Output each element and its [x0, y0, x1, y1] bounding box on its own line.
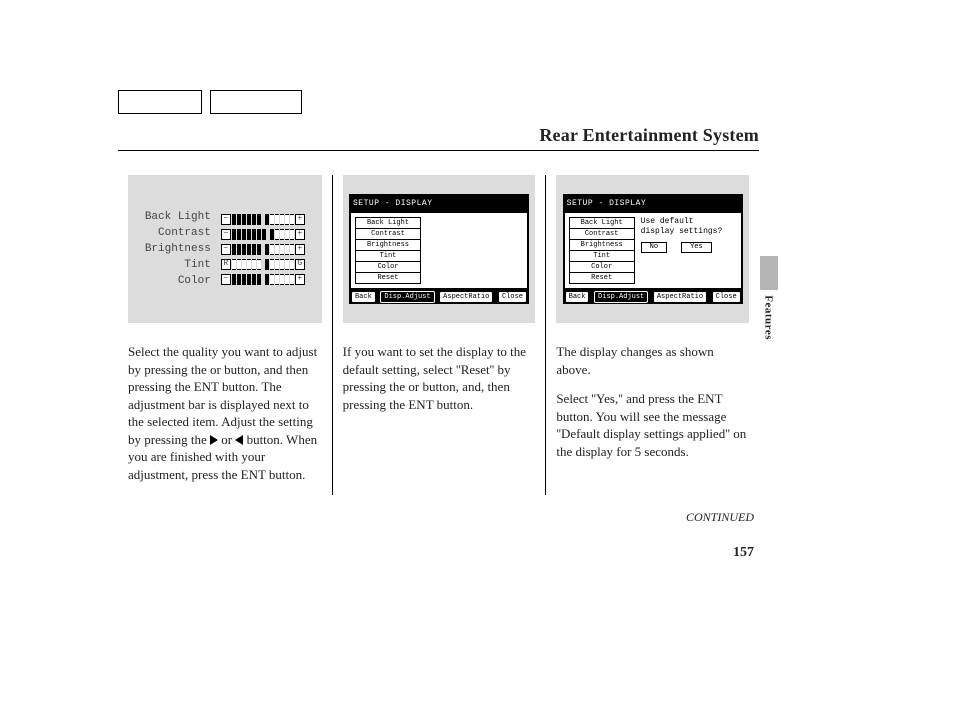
minus-icon: − — [221, 214, 231, 225]
minus-icon: − — [221, 244, 231, 255]
column-1-text: Select the quality you want to adjust by… — [128, 343, 322, 483]
slider-brightness: − + — [221, 244, 305, 255]
no-button: No — [641, 242, 667, 253]
plus-icon: + — [295, 214, 305, 225]
triangle-right-icon — [210, 435, 218, 445]
minus-icon: − — [221, 229, 231, 240]
back-button: Back — [566, 292, 589, 302]
setup-footer: Back Disp.Adjust AspectRatio Close — [563, 290, 743, 304]
menu-item: Reset — [355, 272, 421, 284]
header-rule — [118, 150, 759, 151]
column-1: Back Light Contrast Brightness Tint Colo… — [118, 175, 332, 495]
setup-display-confirm-figure: SETUP - DISPLAY Back Light Contrast Brig… — [556, 175, 749, 323]
setup-footer: Back Disp.Adjust AspectRatio Close — [349, 290, 529, 304]
column-3: SETUP - DISPLAY Back Light Contrast Brig… — [545, 175, 759, 495]
setup-display-panel: SETUP - DISPLAY Back Light Contrast Brig… — [563, 194, 743, 304]
section-tab-marker — [760, 256, 778, 290]
slider-label: Back Light — [145, 211, 211, 223]
back-button: Back — [352, 292, 375, 302]
header-placeholder-boxes — [118, 90, 302, 114]
plus-icon: + — [295, 244, 305, 255]
slider-labels: Back Light Contrast Brightness Tint Colo… — [145, 211, 211, 287]
setup-display-figure: SETUP - DISPLAY Back Light Contrast Brig… — [343, 175, 536, 323]
manual-page: { "header": { "title": "Rear Entertainme… — [0, 0, 954, 710]
placeholder-box — [210, 90, 302, 114]
column-2-text: If you want to set the display to the de… — [343, 343, 536, 413]
setup-display-panel: SETUP - DISPLAY Back Light Contrast Brig… — [349, 194, 529, 304]
slider-label: Brightness — [145, 243, 211, 255]
r-icon: R — [221, 259, 231, 270]
close-button: Close — [499, 292, 526, 302]
menu-item: Reset — [569, 272, 635, 284]
adjustment-sliders-figure: Back Light Contrast Brightness Tint Colo… — [128, 175, 322, 323]
content-columns: Back Light Contrast Brightness Tint Colo… — [118, 175, 759, 495]
page-title: Rear Entertainment System — [539, 125, 759, 146]
setup-title: SETUP - DISPLAY — [563, 197, 743, 211]
slider-label: Contrast — [158, 227, 211, 239]
yes-button: Yes — [681, 242, 712, 253]
column-3-text: The display changes as shown above. Sele… — [556, 343, 749, 460]
aspect-ratio-button: AspectRatio — [440, 292, 492, 302]
slider-contrast: − + — [221, 229, 305, 240]
slider-backlight: − + — [221, 214, 305, 225]
setup-menu: Back Light Contrast Brightness Tint Colo… — [355, 217, 421, 284]
confirm-prompt: Use default display settings? No Yes — [641, 217, 737, 253]
plus-icon: + — [295, 229, 305, 240]
slider-label: Tint — [184, 259, 210, 271]
slider-rows: − + − + − + — [221, 214, 305, 285]
page-number: 157 — [733, 545, 754, 561]
minus-icon: − — [221, 274, 231, 285]
slider-label: Color — [178, 275, 211, 287]
disp-adjust-button: Disp.Adjust — [595, 292, 647, 302]
disp-adjust-button: Disp.Adjust — [381, 292, 433, 302]
plus-icon: + — [295, 274, 305, 285]
setup-menu: Back Light Contrast Brightness Tint Colo… — [569, 217, 635, 284]
setup-title: SETUP - DISPLAY — [349, 197, 529, 211]
close-button: Close — [713, 292, 740, 302]
aspect-ratio-button: AspectRatio — [654, 292, 706, 302]
slider-color: − + — [221, 274, 305, 285]
g-icon: G — [295, 259, 305, 270]
placeholder-box — [118, 90, 202, 114]
section-tab-label: Features — [763, 295, 775, 340]
column-2: SETUP - DISPLAY Back Light Contrast Brig… — [332, 175, 546, 495]
continued-label: CONTINUED — [686, 510, 754, 525]
slider-tint: R G — [221, 259, 305, 270]
